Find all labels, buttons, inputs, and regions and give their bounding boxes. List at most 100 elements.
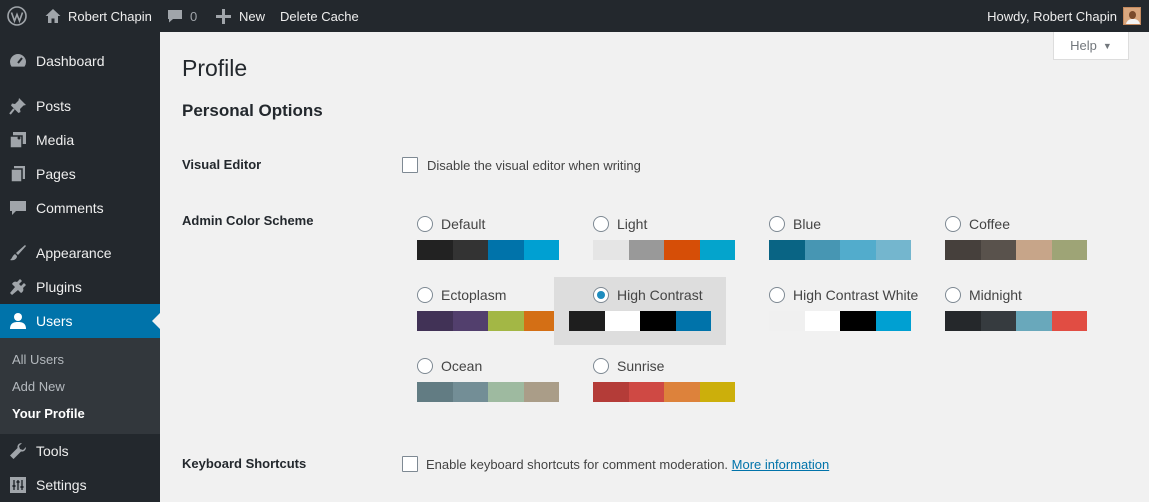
media-icon bbox=[0, 131, 36, 149]
avatar bbox=[1123, 7, 1141, 25]
color-swatch bbox=[417, 240, 453, 260]
dashboard-icon bbox=[0, 52, 36, 70]
color-scheme-sunrise[interactable]: Sunrise bbox=[584, 348, 756, 416]
wordpress-logo-icon[interactable] bbox=[0, 0, 34, 32]
color-swatch bbox=[488, 382, 524, 402]
admin-bar: Robert Chapin 0 New Delete Cache Howdy, … bbox=[0, 0, 1149, 32]
color-swatch bbox=[945, 311, 981, 331]
color-scheme-blue[interactable]: Blue bbox=[760, 206, 932, 274]
scheme-name: Default bbox=[441, 216, 486, 232]
color-swatches bbox=[945, 240, 1087, 260]
submenu-your-profile[interactable]: Your Profile bbox=[12, 406, 85, 421]
radio-default[interactable] bbox=[417, 216, 433, 232]
color-swatch bbox=[452, 382, 488, 402]
menu-item-media[interactable]: Media bbox=[0, 123, 160, 157]
page-title: Profile bbox=[182, 55, 248, 81]
wrench-icon bbox=[0, 442, 36, 460]
color-swatch bbox=[840, 240, 876, 260]
menu-item-pages[interactable]: Pages bbox=[0, 157, 160, 191]
color-swatch bbox=[769, 240, 805, 260]
color-swatch bbox=[769, 311, 805, 331]
plug-icon bbox=[0, 278, 36, 296]
menu-item-tools[interactable]: Tools bbox=[0, 434, 160, 468]
new-content-link[interactable]: New bbox=[216, 0, 265, 32]
visual-editor-label: Visual Editor bbox=[182, 157, 262, 172]
my-account-link[interactable]: Howdy, Robert Chapin bbox=[987, 0, 1141, 32]
visual-editor-checkbox-label[interactable]: Disable the visual editor when writing bbox=[427, 158, 641, 173]
color-swatches bbox=[769, 240, 911, 260]
color-swatch bbox=[664, 382, 700, 402]
color-swatch bbox=[488, 240, 524, 260]
comments-link[interactable]: 0 bbox=[167, 0, 197, 32]
color-swatch bbox=[488, 311, 524, 331]
color-swatches bbox=[569, 311, 711, 331]
color-swatch bbox=[945, 240, 981, 260]
radio-sunrise[interactable] bbox=[593, 358, 609, 374]
radio-light[interactable] bbox=[593, 216, 609, 232]
color-scheme-label: Admin Color Scheme bbox=[182, 213, 314, 228]
howdy-text: Howdy, Robert Chapin bbox=[987, 8, 1117, 24]
new-label: New bbox=[239, 8, 266, 24]
menu-item-settings[interactable]: Settings bbox=[0, 468, 160, 502]
scheme-name: Light bbox=[617, 216, 648, 232]
menu-item-users[interactable]: Users bbox=[0, 304, 160, 338]
comment-bubble-icon bbox=[168, 10, 182, 23]
visual-editor-checkbox[interactable] bbox=[402, 157, 418, 173]
keyboard-shortcuts-label: Keyboard Shortcuts bbox=[182, 456, 307, 471]
keyboard-shortcuts-checkbox[interactable] bbox=[402, 456, 418, 472]
radio-high-contrast[interactable] bbox=[593, 287, 609, 303]
menu-label: Plugins bbox=[36, 279, 82, 295]
color-swatch bbox=[875, 240, 911, 260]
color-swatches bbox=[593, 382, 735, 402]
comment-icon bbox=[0, 199, 36, 217]
color-swatch bbox=[804, 311, 840, 331]
menu-label: Pages bbox=[36, 166, 76, 182]
site-name-link[interactable]: Robert Chapin bbox=[44, 0, 152, 32]
help-button[interactable]: Help ▼ bbox=[1053, 32, 1129, 60]
menu-label: Posts bbox=[36, 98, 72, 114]
color-scheme-coffee[interactable]: Coffee bbox=[936, 206, 1108, 274]
color-scheme-light[interactable]: Light bbox=[584, 206, 756, 274]
menu-label: Dashboard bbox=[36, 53, 105, 69]
color-scheme-midnight[interactable]: Midnight bbox=[936, 277, 1108, 345]
color-swatches bbox=[417, 311, 559, 331]
menu-item-dashboard[interactable]: Dashboard bbox=[0, 44, 160, 78]
color-swatch bbox=[628, 382, 664, 402]
scheme-name: Coffee bbox=[969, 216, 1010, 232]
submenu-all-users[interactable]: All Users bbox=[12, 352, 64, 367]
site-name: Robert Chapin bbox=[68, 8, 152, 24]
delete-cache-link[interactable]: Delete Cache bbox=[280, 0, 359, 32]
radio-coffee[interactable] bbox=[945, 216, 961, 232]
radio-blue[interactable] bbox=[769, 216, 785, 232]
color-swatch bbox=[640, 311, 676, 331]
menu-item-plugins[interactable]: Plugins bbox=[0, 270, 160, 304]
admin-sidebar: Dashboard Posts Media Pages Comments App… bbox=[0, 32, 160, 502]
color-swatches bbox=[417, 382, 559, 402]
comments-count: 0 bbox=[190, 8, 198, 24]
more-information-link[interactable]: More information bbox=[732, 457, 830, 472]
color-scheme-high-contrast-white[interactable]: High Contrast White bbox=[760, 277, 932, 345]
settings-icon bbox=[0, 476, 36, 494]
home-icon bbox=[45, 9, 61, 23]
color-scheme-default[interactable]: Default bbox=[408, 206, 580, 274]
keyboard-shortcuts-text[interactable]: Enable keyboard shortcuts for comment mo… bbox=[426, 457, 728, 472]
menu-item-appearance[interactable]: Appearance bbox=[0, 236, 160, 270]
color-scheme-ocean[interactable]: Ocean bbox=[408, 348, 580, 416]
scheme-name: High Contrast White bbox=[793, 287, 919, 303]
radio-ectoplasm[interactable] bbox=[417, 287, 433, 303]
menu-item-posts[interactable]: Posts bbox=[0, 89, 160, 123]
radio-ocean[interactable] bbox=[417, 358, 433, 374]
color-swatch bbox=[804, 240, 840, 260]
color-swatch bbox=[1051, 311, 1087, 331]
menu-item-comments[interactable]: Comments bbox=[0, 191, 160, 225]
radio-high-contrast-white[interactable] bbox=[769, 287, 785, 303]
submenu-add-new[interactable]: Add New bbox=[12, 379, 65, 394]
color-swatch bbox=[664, 240, 700, 260]
color-swatch bbox=[593, 382, 629, 402]
radio-midnight[interactable] bbox=[945, 287, 961, 303]
color-swatch bbox=[675, 311, 711, 331]
color-swatch bbox=[840, 311, 876, 331]
color-swatches bbox=[593, 240, 735, 260]
scheme-name: Ectoplasm bbox=[441, 287, 507, 303]
color-scheme-high-contrast[interactable]: High Contrast bbox=[554, 277, 726, 345]
